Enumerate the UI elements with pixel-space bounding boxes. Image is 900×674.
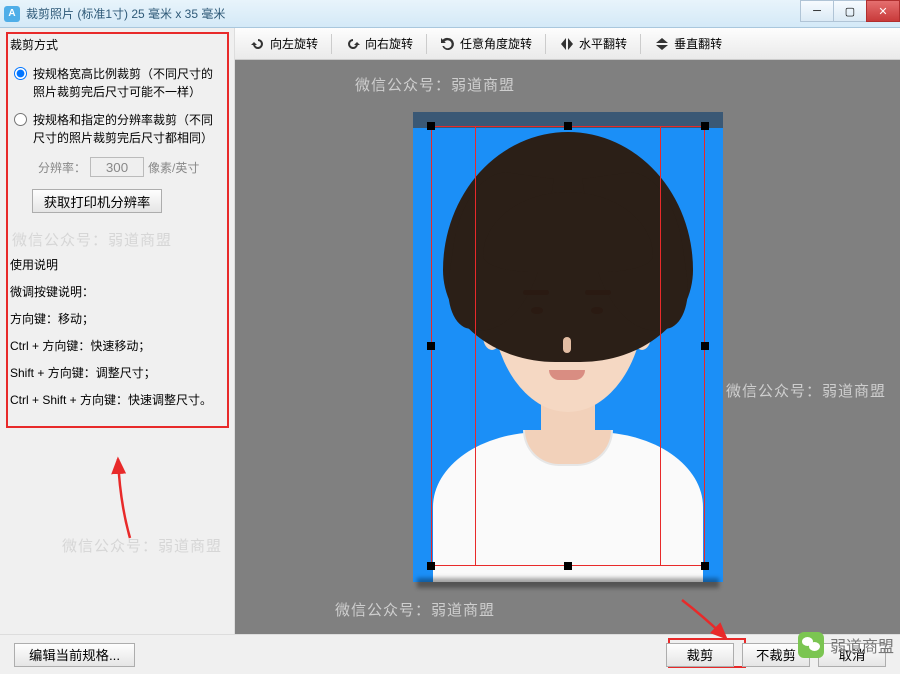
crop-handle-bl[interactable]	[427, 562, 435, 570]
brand-name: 弱道商盟	[830, 633, 894, 657]
flip-vertical-button[interactable]: 垂直翻转	[645, 31, 731, 57]
crop-handle-tl[interactable]	[427, 122, 435, 130]
toolbar-separator	[640, 34, 641, 54]
rotate-left-icon	[250, 36, 266, 52]
wechat-icon	[798, 632, 824, 658]
toolbar: 向左旋转 向右旋转 任意角度旋转 水平翻转 垂直翻转	[235, 28, 900, 60]
window-title: 裁剪照片 (标准1寸) 25 毫米 x 35 毫米	[26, 5, 225, 22]
radio-ratio-crop-input[interactable]	[14, 67, 27, 80]
crop-mode-title: 裁剪方式	[10, 34, 224, 59]
brand-overlay: 弱道商盟	[798, 632, 894, 658]
annotation-arrow-crop	[678, 596, 738, 646]
image-stage[interactable]: 微信公众号：弱道商盟 微信公众号：弱道商盟 微信公众号：弱道商盟	[235, 60, 900, 634]
canvas-area: 向左旋转 向右旋转 任意角度旋转 水平翻转 垂直翻转	[235, 28, 900, 634]
watermark-text-2: 微信公众号：弱道商盟	[62, 535, 222, 556]
instruction-1: 方向键：移动；	[10, 310, 224, 327]
instruction-4: Ctrl + Shift + 方向键：快速调整尺寸。	[10, 391, 224, 408]
toolbar-separator	[545, 34, 546, 54]
radio-ratio-crop-label: 按规格宽高比例裁剪（不同尺寸的照片裁剪完后尺寸可能不一样）	[33, 65, 224, 101]
sidebar: 裁剪方式 按规格宽高比例裁剪（不同尺寸的照片裁剪完后尺寸可能不一样） 按规格和指…	[0, 28, 235, 634]
flip-vertical-icon	[654, 36, 670, 52]
rotate-any-icon	[440, 36, 456, 52]
instruction-2: Ctrl + 方向键：快速移动；	[10, 337, 224, 354]
rotate-any-button[interactable]: 任意角度旋转	[431, 31, 541, 57]
footer: 编辑当前规格... 裁剪 不裁剪 取消	[0, 634, 900, 674]
watermark-stage-3: 微信公众号：弱道商盟	[335, 599, 495, 620]
photo-shadow	[417, 578, 719, 588]
rotate-right-icon	[345, 36, 361, 52]
flip-horizontal-button[interactable]: 水平翻转	[550, 31, 636, 57]
dpi-input[interactable]	[90, 157, 144, 177]
radio-ratio-crop[interactable]: 按规格宽高比例裁剪（不同尺寸的照片裁剪完后尺寸可能不一样）	[14, 65, 224, 101]
edit-spec-button[interactable]: 编辑当前规格...	[14, 643, 135, 667]
maximize-button[interactable]: ▢	[833, 0, 867, 22]
get-printer-dpi-button[interactable]: 获取打印机分辨率	[32, 189, 162, 213]
watermark-stage-1: 微信公众号：弱道商盟	[355, 74, 515, 95]
crop-handle-ml[interactable]	[427, 342, 435, 350]
crop-guide-left	[475, 126, 476, 566]
annotation-arrow-sidebar	[100, 453, 140, 543]
crop-frame[interactable]	[431, 126, 705, 566]
crop-button[interactable]: 裁剪	[666, 643, 734, 667]
minimize-button[interactable]: ─	[800, 0, 834, 22]
instructions-title: 使用说明	[10, 256, 224, 273]
flip-horizontal-icon	[559, 36, 575, 52]
dpi-label: 分辨率：	[38, 159, 86, 176]
radio-dpi-crop[interactable]: 按规格和指定的分辨率裁剪（不同尺寸的照片裁剪完后尺寸都相同）	[14, 111, 224, 147]
photo-preview[interactable]	[413, 112, 723, 582]
window-controls: ─ ▢ ✕	[801, 0, 900, 22]
radio-dpi-crop-input[interactable]	[14, 113, 27, 126]
crop-handle-bm[interactable]	[564, 562, 572, 570]
app-icon: A	[4, 6, 20, 22]
main-area: 裁剪方式 按规格宽高比例裁剪（不同尺寸的照片裁剪完后尺寸可能不一样） 按规格和指…	[0, 28, 900, 634]
instruction-3: Shift + 方向键：调整尺寸；	[10, 364, 224, 381]
watermark-stage-2: 微信公众号：弱道商盟	[726, 380, 886, 401]
watermark-text: 微信公众号：弱道商盟	[12, 229, 224, 250]
crop-handle-br[interactable]	[701, 562, 709, 570]
crop-handle-mr[interactable]	[701, 342, 709, 350]
crop-guide-right	[660, 126, 661, 566]
toolbar-separator	[331, 34, 332, 54]
instructions-subtitle: 微调按键说明：	[10, 283, 224, 300]
crop-handle-tr[interactable]	[701, 122, 709, 130]
title-bar: A 裁剪照片 (标准1寸) 25 毫米 x 35 毫米 ─ ▢ ✕	[0, 0, 900, 28]
rotate-left-button[interactable]: 向左旋转	[241, 31, 327, 57]
crop-handle-tm[interactable]	[564, 122, 572, 130]
rotate-right-button[interactable]: 向右旋转	[336, 31, 422, 57]
radio-dpi-crop-label: 按规格和指定的分辨率裁剪（不同尺寸的照片裁剪完后尺寸都相同）	[33, 111, 224, 147]
close-button[interactable]: ✕	[866, 0, 900, 22]
toolbar-separator	[426, 34, 427, 54]
dpi-unit: 像素/英寸	[148, 159, 199, 176]
dpi-row: 分辨率： 像素/英寸	[38, 157, 224, 177]
